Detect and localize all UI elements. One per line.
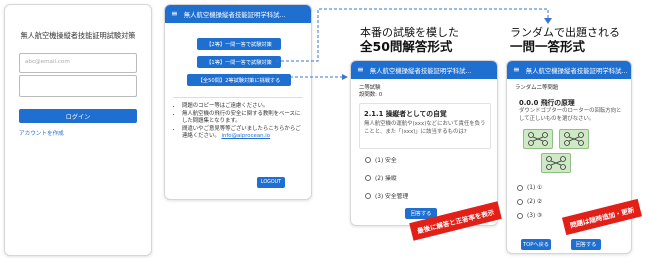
rotor-diagram-2 (559, 129, 589, 149)
rotor-diagram-3 (541, 153, 571, 173)
exam-screen: ≡ 無人航空機操縦者技能証明学科試... 二等試験 設問数: 0 2.1.1 操… (350, 60, 498, 226)
exam-appbar: ≡ 無人航空機操縦者技能証明学科試... (351, 61, 497, 79)
quiz-options-list: (1) ① (2) ② (3) ③ (517, 185, 542, 219)
notes-list: 問題のコピー等はご遠慮ください。 無人航空機の飛行の安全に関する教則をベースにし… (175, 103, 305, 141)
arrowhead-quiz (544, 18, 552, 24)
quadcopter-icon (546, 156, 566, 170)
radio-icon[interactable] (365, 192, 371, 199)
menu-icon[interactable]: ≡ (357, 66, 364, 74)
menu-icon[interactable]: ≡ (171, 10, 178, 18)
option-label: (1) 安全 (375, 158, 397, 164)
exam-caption-line2: 全50問解答形式 (360, 38, 453, 54)
note-item: 間違いやご意見等等ございましたらこちらからご連絡ください。 info@aipro… (182, 126, 305, 141)
rotor-diagram-1 (523, 129, 553, 149)
question-card: 2.1.1 操縦者としての自覚 無人航空機の運航や(xxx)などにおいて責任を負… (359, 103, 491, 149)
option-label: (2) ② (527, 199, 543, 205)
menu-appbar: ≡ 無人航空機操縦者技能証明学科試... (165, 5, 311, 23)
logout-button[interactable]: LOGOUT (257, 177, 285, 188)
quiz-caption-line1: ランダムで出題される (510, 26, 620, 39)
create-account-link[interactable]: アカウントを作成 (19, 129, 64, 137)
email-field[interactable]: abc@email.com (19, 53, 137, 73)
password-field[interactable] (19, 75, 137, 97)
quiz-option-1[interactable]: (1) ① (517, 185, 542, 191)
radio-icon[interactable] (517, 185, 523, 191)
contact-email-link[interactable]: info@aiprocean.io (221, 133, 270, 139)
arrowhead-exam (342, 74, 348, 80)
quiz-caption-line2: 一問一答形式 (510, 38, 586, 54)
quiz-question-title: 0.0.0 飛行の原理 (519, 99, 575, 107)
grade2-quiz-button[interactable]: 【2等】一問一答で試験対策 (197, 38, 281, 50)
quiz-answer-button[interactable]: 回答する (571, 239, 601, 250)
menu-screen: ≡ 無人航空機操縦者技能証明学科試... 【2等】一問一答で試験対策 【1等】一… (164, 4, 312, 200)
quiz-option-2[interactable]: (2) ② (517, 199, 542, 205)
note-item: 問題のコピー等はご遠慮ください。 (182, 103, 305, 111)
note-item: 無人航空機の飛行の安全に関する教則をベースにした問題集となります。 (182, 111, 305, 126)
quadcopter-icon (564, 132, 584, 146)
radio-icon[interactable] (517, 213, 523, 219)
exam-appbar-title: 無人航空機操縦者技能証明学科試... (369, 66, 472, 75)
question-count: 設問数: 0 (359, 92, 383, 98)
radio-icon[interactable] (365, 156, 371, 163)
option-1[interactable]: (1) 安全 (365, 155, 408, 164)
quiz-caption: ランダムで出題される 一問一答形式 (510, 26, 620, 54)
login-screen: 無人航空機操縦者技能証明試験対策 abc@email.com ログイン アカウン… (4, 4, 152, 256)
quiz-question-text: ダウンドゴブターのローターの回転方向として正しいものを選びなさい。 (519, 108, 622, 122)
email-placeholder: abc@email.com (25, 59, 70, 65)
menu-icon[interactable]: ≡ (513, 66, 520, 74)
quiz-option-3[interactable]: (3) ③ (517, 213, 542, 219)
grade1-quiz-button[interactable]: 【1等】一問一答で試験対策 (197, 56, 281, 68)
quadcopter-icon (528, 132, 548, 146)
radio-icon[interactable] (365, 174, 371, 181)
top-button[interactable]: TOPへ戻る (521, 239, 551, 250)
question-text: 無人航空機の運航や(xxx)などにおいて責任を負うことと、また「(xxx)」に該… (364, 121, 486, 135)
menu-appbar-title: 無人航空機操縦者技能証明学科試... (183, 10, 286, 19)
option-label: (1) ① (527, 185, 543, 191)
options-list: (1) 安全 (2) 操縦 (3) 安全管理 (365, 155, 408, 200)
quiz-appbar: ≡ 無人航空機操縦者技能証明学科試... (507, 61, 631, 79)
quiz-label: ランダム二等問題 (515, 85, 559, 91)
quiz-appbar-title: 無人航空機操縦者技能証明学科試... (525, 66, 628, 75)
option-label: (3) 安全管理 (375, 194, 409, 200)
login-button[interactable]: ログイン (19, 109, 137, 123)
radio-icon[interactable] (517, 199, 523, 205)
question-title: 2.1.1 操縦者としての自覚 (364, 110, 447, 118)
option-2[interactable]: (2) 操縦 (365, 173, 408, 182)
exam-caption: 本番の試験を模した 全50問解答形式 (360, 26, 459, 54)
menu-divider (173, 97, 303, 98)
option-label: (2) 操縦 (375, 176, 397, 182)
login-title: 無人航空機操縦者技能証明試験対策 (20, 31, 136, 40)
option-3[interactable]: (3) 安全管理 (365, 191, 408, 200)
option-label: (3) ③ (527, 213, 543, 219)
full-exam-button[interactable]: 【全50問】2等試験対策に挑戦する (187, 74, 291, 86)
exam-caption-line1: 本番の試験を模した (360, 26, 459, 39)
